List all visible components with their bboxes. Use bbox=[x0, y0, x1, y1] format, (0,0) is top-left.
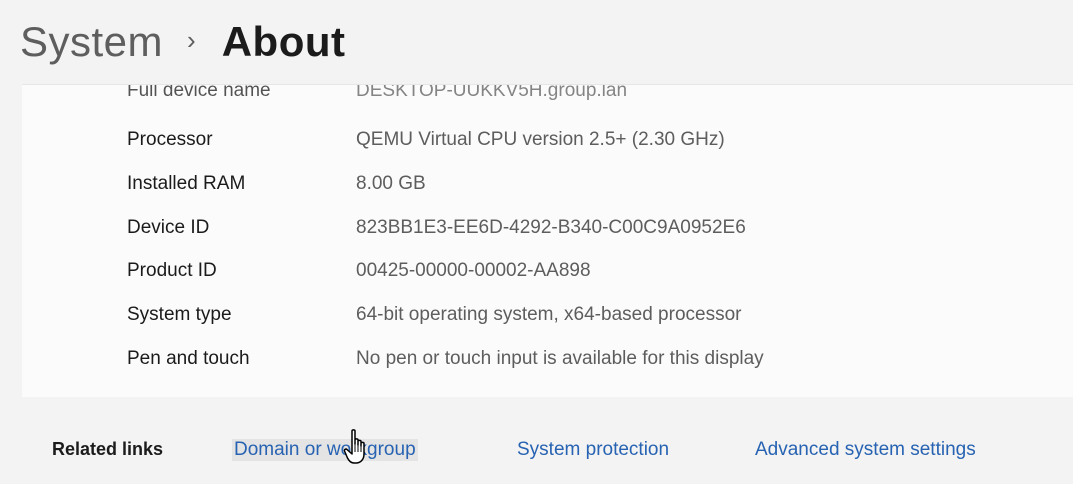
spec-label: System type bbox=[127, 304, 232, 325]
spec-label: Pen and touch bbox=[127, 348, 250, 369]
breadcrumb: System › About bbox=[20, 10, 346, 74]
spec-row-processor: Processor QEMU Virtual CPU version 2.5+ … bbox=[127, 122, 725, 158]
spec-value: QEMU Virtual CPU version 2.5+ (2.30 GHz) bbox=[356, 129, 725, 150]
spec-row-pen-and-touch: Pen and touch No pen or touch input is a… bbox=[127, 341, 764, 377]
breadcrumb-chevron-icon: › bbox=[187, 25, 196, 55]
related-links-bar: Related links Domain or workgroup System… bbox=[0, 397, 1073, 484]
settings-window: System › About Full device name DESKTOP-… bbox=[0, 0, 1073, 484]
spec-value: 00425-00000-00002-AA898 bbox=[356, 260, 591, 281]
page-title: About bbox=[221, 18, 346, 65]
spec-label: Product ID bbox=[127, 260, 217, 281]
spec-value: 64-bit operating system, x64-based proce… bbox=[356, 304, 742, 325]
device-specifications-card: Full device name DESKTOP-UUKKV5H.group.l… bbox=[22, 84, 1073, 398]
spec-row-installed-ram: Installed RAM 8.00 GB bbox=[127, 166, 426, 202]
spec-row-full-device-name: Full device name DESKTOP-UUKKV5H.group.l… bbox=[127, 84, 628, 109]
spec-label: Full device name bbox=[127, 84, 271, 101]
related-links-label: Related links bbox=[52, 439, 164, 459]
advanced-system-settings-link[interactable]: Advanced system settings bbox=[755, 439, 976, 461]
spec-label: Device ID bbox=[127, 217, 210, 238]
spec-value: No pen or touch input is available for t… bbox=[356, 348, 764, 369]
system-protection-link[interactable]: System protection bbox=[517, 439, 669, 461]
spec-row-product-id: Product ID 00425-00000-00002-AA898 bbox=[127, 253, 591, 289]
spec-row-device-id: Device ID 823BB1E3-EE6D-4292-B340-C00C9A… bbox=[127, 210, 746, 246]
spec-value: 823BB1E3-EE6D-4292-B340-C00C9A0952E6 bbox=[356, 217, 746, 238]
breadcrumb-system[interactable]: System bbox=[20, 18, 163, 66]
spec-label: Installed RAM bbox=[127, 173, 246, 194]
spec-row-system-type: System type 64-bit operating system, x64… bbox=[127, 297, 741, 333]
spec-value: 8.00 GB bbox=[356, 173, 426, 194]
spec-value: DESKTOP-UUKKV5H.group.lan bbox=[356, 84, 628, 101]
spec-label: Processor bbox=[127, 129, 213, 150]
domain-or-workgroup-link[interactable]: Domain or workgroup bbox=[232, 439, 418, 461]
